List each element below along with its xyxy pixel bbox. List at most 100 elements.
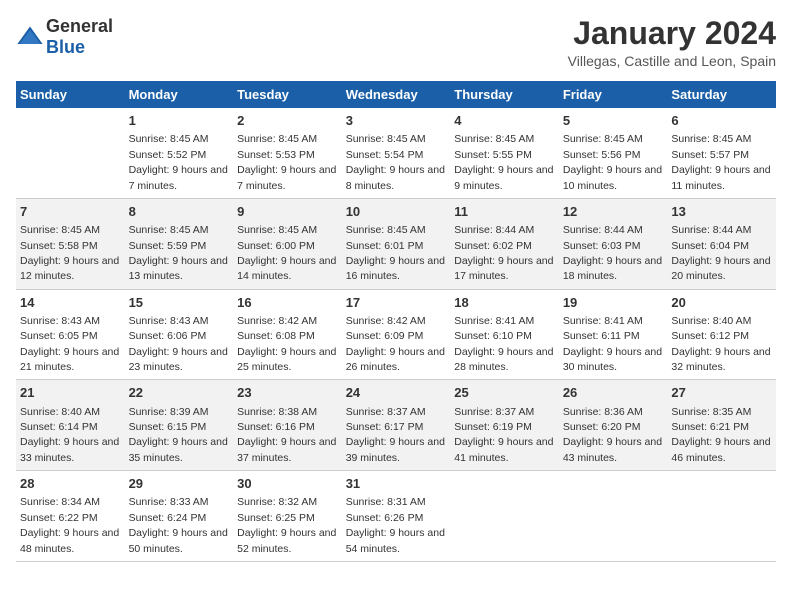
daylight-text: Daylight: 9 hours and 39 minutes. <box>346 436 445 463</box>
calendar-cell <box>559 471 668 562</box>
calendar-cell: 5Sunrise: 8:45 AMSunset: 5:56 PMDaylight… <box>559 108 668 198</box>
day-number: 9 <box>237 203 338 221</box>
daylight-text: Daylight: 9 hours and 21 minutes. <box>20 346 119 373</box>
daylight-text: Daylight: 9 hours and 41 minutes. <box>454 436 553 463</box>
daylight-text: Daylight: 9 hours and 26 minutes. <box>346 346 445 373</box>
calendar-cell: 8Sunrise: 8:45 AMSunset: 5:59 PMDaylight… <box>125 198 234 289</box>
sunset-text: Sunset: 6:04 PM <box>671 240 749 252</box>
day-number: 26 <box>563 384 664 402</box>
daylight-text: Daylight: 9 hours and 12 minutes. <box>20 255 119 282</box>
sunrise-text: Sunrise: 8:44 AM <box>563 224 643 236</box>
sunset-text: Sunset: 6:01 PM <box>346 240 424 252</box>
logo: General Blue <box>16 16 113 58</box>
sunset-text: Sunset: 5:57 PM <box>671 149 749 161</box>
day-number: 5 <box>563 112 664 130</box>
sunrise-text: Sunrise: 8:45 AM <box>20 224 100 236</box>
calendar-cell <box>667 471 776 562</box>
logo-text-general: General <box>46 16 113 36</box>
day-number: 2 <box>237 112 338 130</box>
calendar-cell: 7Sunrise: 8:45 AMSunset: 5:58 PMDaylight… <box>16 198 125 289</box>
daylight-text: Daylight: 9 hours and 17 minutes. <box>454 255 553 282</box>
week-row-3: 14Sunrise: 8:43 AMSunset: 6:05 PMDayligh… <box>16 289 776 380</box>
daylight-text: Daylight: 9 hours and 46 minutes. <box>671 436 770 463</box>
calendar-cell: 15Sunrise: 8:43 AMSunset: 6:06 PMDayligh… <box>125 289 234 380</box>
sunset-text: Sunset: 5:52 PM <box>129 149 207 161</box>
calendar-cell: 28Sunrise: 8:34 AMSunset: 6:22 PMDayligh… <box>16 471 125 562</box>
day-number: 23 <box>237 384 338 402</box>
daylight-text: Daylight: 9 hours and 54 minutes. <box>346 527 445 554</box>
daylight-text: Daylight: 9 hours and 35 minutes. <box>129 436 228 463</box>
logo-text-blue: Blue <box>46 37 85 57</box>
title-area: January 2024 Villegas, Castille and Leon… <box>568 16 776 69</box>
sunset-text: Sunset: 6:24 PM <box>129 512 207 524</box>
day-number: 25 <box>454 384 555 402</box>
day-number: 11 <box>454 203 555 221</box>
calendar-cell: 6Sunrise: 8:45 AMSunset: 5:57 PMDaylight… <box>667 108 776 198</box>
day-number: 18 <box>454 294 555 312</box>
sunrise-text: Sunrise: 8:45 AM <box>671 133 751 145</box>
sunrise-text: Sunrise: 8:43 AM <box>129 315 209 327</box>
daylight-text: Daylight: 9 hours and 14 minutes. <box>237 255 336 282</box>
daylight-text: Daylight: 9 hours and 20 minutes. <box>671 255 770 282</box>
day-number: 29 <box>129 475 230 493</box>
sunrise-text: Sunrise: 8:45 AM <box>237 224 317 236</box>
sunset-text: Sunset: 5:53 PM <box>237 149 315 161</box>
daylight-text: Daylight: 9 hours and 7 minutes. <box>237 164 336 191</box>
day-number: 15 <box>129 294 230 312</box>
week-row-5: 28Sunrise: 8:34 AMSunset: 6:22 PMDayligh… <box>16 471 776 562</box>
daylight-text: Daylight: 9 hours and 37 minutes. <box>237 436 336 463</box>
col-header-wednesday: Wednesday <box>342 81 451 108</box>
day-number: 6 <box>671 112 772 130</box>
daylight-text: Daylight: 9 hours and 16 minutes. <box>346 255 445 282</box>
sunrise-text: Sunrise: 8:32 AM <box>237 496 317 508</box>
calendar-cell: 17Sunrise: 8:42 AMSunset: 6:09 PMDayligh… <box>342 289 451 380</box>
calendar-cell: 31Sunrise: 8:31 AMSunset: 6:26 PMDayligh… <box>342 471 451 562</box>
calendar-cell: 3Sunrise: 8:45 AMSunset: 5:54 PMDaylight… <box>342 108 451 198</box>
sunrise-text: Sunrise: 8:45 AM <box>454 133 534 145</box>
day-number: 27 <box>671 384 772 402</box>
calendar-cell: 20Sunrise: 8:40 AMSunset: 6:12 PMDayligh… <box>667 289 776 380</box>
col-header-friday: Friday <box>559 81 668 108</box>
sunset-text: Sunset: 5:55 PM <box>454 149 532 161</box>
sunset-text: Sunset: 5:54 PM <box>346 149 424 161</box>
calendar-cell: 27Sunrise: 8:35 AMSunset: 6:21 PMDayligh… <box>667 380 776 471</box>
daylight-text: Daylight: 9 hours and 9 minutes. <box>454 164 553 191</box>
sunrise-text: Sunrise: 8:45 AM <box>129 224 209 236</box>
sunset-text: Sunset: 6:22 PM <box>20 512 98 524</box>
day-number: 28 <box>20 475 121 493</box>
sunrise-text: Sunrise: 8:33 AM <box>129 496 209 508</box>
day-number: 30 <box>237 475 338 493</box>
sunrise-text: Sunrise: 8:39 AM <box>129 406 209 418</box>
calendar-cell: 19Sunrise: 8:41 AMSunset: 6:11 PMDayligh… <box>559 289 668 380</box>
sunrise-text: Sunrise: 8:42 AM <box>237 315 317 327</box>
daylight-text: Daylight: 9 hours and 7 minutes. <box>129 164 228 191</box>
header: General Blue January 2024 Villegas, Cast… <box>16 16 776 69</box>
sunrise-text: Sunrise: 8:40 AM <box>671 315 751 327</box>
daylight-text: Daylight: 9 hours and 28 minutes. <box>454 346 553 373</box>
day-number: 21 <box>20 384 121 402</box>
sunrise-text: Sunrise: 8:36 AM <box>563 406 643 418</box>
sunrise-text: Sunrise: 8:44 AM <box>671 224 751 236</box>
sunrise-text: Sunrise: 8:31 AM <box>346 496 426 508</box>
calendar-cell: 16Sunrise: 8:42 AMSunset: 6:08 PMDayligh… <box>233 289 342 380</box>
sunset-text: Sunset: 6:05 PM <box>20 330 98 342</box>
day-number: 20 <box>671 294 772 312</box>
sunset-text: Sunset: 6:20 PM <box>563 421 641 433</box>
calendar-cell: 1Sunrise: 8:45 AMSunset: 5:52 PMDaylight… <box>125 108 234 198</box>
day-number: 12 <box>563 203 664 221</box>
day-number: 10 <box>346 203 447 221</box>
day-number: 16 <box>237 294 338 312</box>
col-header-sunday: Sunday <box>16 81 125 108</box>
sunrise-text: Sunrise: 8:45 AM <box>237 133 317 145</box>
sunset-text: Sunset: 6:17 PM <box>346 421 424 433</box>
calendar-cell: 22Sunrise: 8:39 AMSunset: 6:15 PMDayligh… <box>125 380 234 471</box>
sunrise-text: Sunrise: 8:40 AM <box>20 406 100 418</box>
calendar-cell <box>450 471 559 562</box>
sunset-text: Sunset: 6:11 PM <box>563 330 640 342</box>
sunrise-text: Sunrise: 8:41 AM <box>563 315 643 327</box>
sunset-text: Sunset: 6:25 PM <box>237 512 315 524</box>
daylight-text: Daylight: 9 hours and 30 minutes. <box>563 346 662 373</box>
sunset-text: Sunset: 6:03 PM <box>563 240 641 252</box>
sunrise-text: Sunrise: 8:45 AM <box>346 224 426 236</box>
calendar-cell: 9Sunrise: 8:45 AMSunset: 6:00 PMDaylight… <box>233 198 342 289</box>
